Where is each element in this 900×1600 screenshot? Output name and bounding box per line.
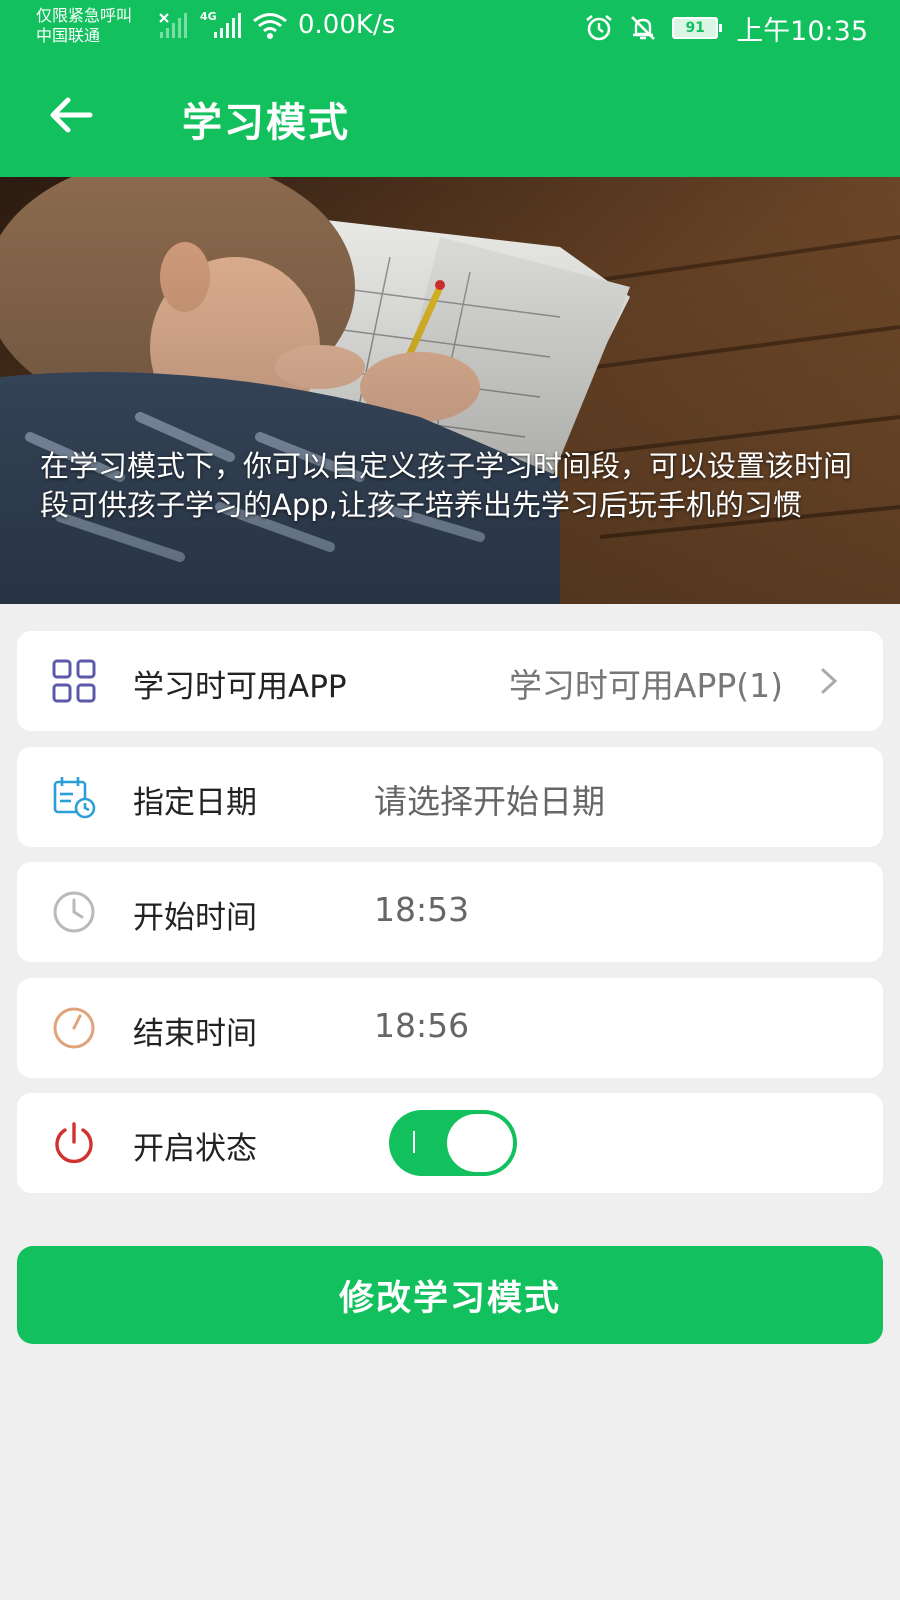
power-icon bbox=[55, 1122, 93, 1164]
page-title: 学习模式 bbox=[182, 100, 350, 146]
start-time-row[interactable]: 开始时间 18:53 bbox=[17, 862, 883, 962]
chevron-right-icon bbox=[821, 668, 838, 694]
available-apps-value: 学习时可用APP(1) bbox=[508, 666, 783, 705]
status-bar: 仅限紧急呼叫 中国联通 4G 0.00K/s 91 上午10:35 bbox=[0, 0, 900, 54]
toggle-knob bbox=[447, 1114, 513, 1172]
enabled-toggle[interactable] bbox=[389, 1110, 517, 1176]
app-header: 仅限紧急呼叫 中国联通 4G 0.00K/s 91 上午10:35 学习模式 bbox=[0, 0, 900, 177]
clock-end-icon bbox=[53, 1007, 95, 1049]
back-arrow-icon[interactable] bbox=[46, 92, 96, 138]
grid-icon bbox=[52, 659, 96, 703]
child-studying-illustration bbox=[0, 177, 900, 604]
date-row[interactable]: 指定日期 请选择开始日期 bbox=[17, 747, 883, 847]
carrier-info: 仅限紧急呼叫 中国联通 bbox=[36, 6, 132, 46]
calendar-clock-icon bbox=[53, 777, 96, 819]
enabled-status-row: 开启状态 bbox=[17, 1093, 883, 1193]
net-speed: 0.00K/s bbox=[298, 10, 396, 40]
toggle-on-mark bbox=[413, 1131, 415, 1153]
start-time-label: 开始时间 bbox=[133, 900, 257, 936]
end-time-row[interactable]: 结束时间 18:56 bbox=[17, 978, 883, 1078]
alarm-icon bbox=[586, 14, 612, 41]
battery-icon: 91 bbox=[672, 17, 723, 39]
enabled-status-label: 开启状态 bbox=[133, 1131, 257, 1167]
available-apps-label: 学习时可用APP bbox=[133, 669, 347, 705]
battery-level: 91 bbox=[672, 17, 719, 39]
start-time-value: 18:53 bbox=[374, 890, 470, 929]
signal-sim2-icon bbox=[214, 12, 241, 38]
date-value: 请选择开始日期 bbox=[374, 782, 605, 821]
wifi-icon bbox=[253, 13, 287, 39]
status-time: 上午10:35 bbox=[736, 15, 868, 47]
carrier-line1: 仅限紧急呼叫 bbox=[36, 6, 133, 25]
hero-banner bbox=[0, 177, 900, 604]
end-time-value: 18:56 bbox=[374, 1006, 470, 1045]
carrier-line2: 中国联通 bbox=[36, 26, 101, 45]
modify-study-mode-button[interactable]: 修改学习模式 bbox=[17, 1246, 883, 1344]
mute-bell-icon bbox=[631, 16, 656, 40]
available-apps-row[interactable]: 学习时可用APP 学习时可用APP(1) bbox=[17, 631, 883, 731]
banner-description: 在学习模式下，你可以自定义孩子学习时间段，可以设置该时间段可供孩子学习的App,… bbox=[40, 449, 853, 522]
end-time-label: 结束时间 bbox=[133, 1016, 257, 1052]
signal-sim1-icon bbox=[160, 12, 187, 38]
date-label: 指定日期 bbox=[133, 785, 257, 821]
status-right: 91 上午10:35 bbox=[584, 8, 868, 48]
clock-icon bbox=[53, 891, 95, 933]
